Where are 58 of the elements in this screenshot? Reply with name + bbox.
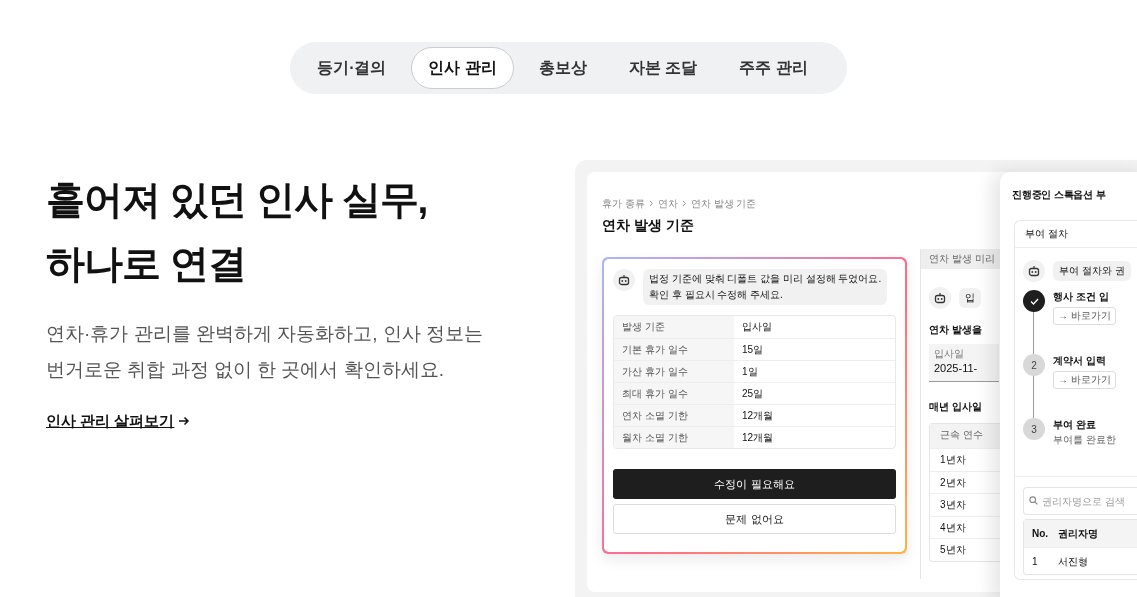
chevron-icon bbox=[681, 200, 687, 207]
assistant-message: 부여 절차와 권 bbox=[1053, 261, 1131, 281]
tab[interactable]: 자본 조달 bbox=[611, 47, 715, 89]
section-title: 부여 절차 bbox=[1015, 221, 1137, 248]
tab[interactable]: 인사 관리 bbox=[411, 47, 514, 89]
shortcut-button[interactable]: → 바로가기 bbox=[1053, 307, 1116, 325]
step-number: 3 bbox=[1023, 418, 1045, 440]
step-number: 2 bbox=[1023, 354, 1045, 376]
table-cell: 발생 기준 bbox=[614, 316, 734, 338]
field-value: 2025-11- bbox=[934, 361, 979, 376]
table-cell: 최대 휴가 일수 bbox=[614, 383, 734, 404]
section-heading: 매년 입사일 bbox=[929, 400, 983, 413]
arrow-icon bbox=[178, 415, 191, 428]
table-cell-text: 1 bbox=[1031, 554, 1039, 569]
column-header: No. bbox=[1031, 527, 1050, 541]
tab[interactable]: 주주 관리 bbox=[722, 47, 825, 89]
field-label: 입사일 bbox=[934, 347, 965, 360]
table-cell-text: 12개월 bbox=[741, 409, 775, 423]
table-cell-text: 1일 bbox=[741, 365, 759, 379]
tab[interactable]: 등기·결의 bbox=[300, 47, 404, 89]
robot-icon bbox=[929, 287, 951, 309]
table-cell: 연차 소멸 기한 bbox=[614, 405, 734, 426]
step-title: 부여 완료 bbox=[1053, 418, 1097, 431]
robot-icon bbox=[613, 269, 635, 291]
step-title: 계약서 입력 bbox=[1053, 354, 1107, 367]
table-cell: 월차 소멸 기한 bbox=[614, 427, 734, 448]
description-text: 연차·휴가 관리를 완벽하게 자동화하고, 인사 정보는 bbox=[46, 322, 484, 346]
panel-title: 연차 발생 기준 bbox=[602, 216, 694, 235]
breadcrumb-item[interactable]: 연차 bbox=[657, 196, 678, 211]
explore-link[interactable]: 인사 관리 살펴보기 bbox=[46, 410, 191, 433]
tab[interactable]: 총보상 bbox=[521, 47, 604, 89]
chevron-icon bbox=[648, 200, 654, 207]
table-cell: 기본 휴가 일수 bbox=[614, 339, 734, 360]
headline: 하나로 연결 bbox=[46, 241, 247, 287]
breadcrumb-item[interactable]: 연차 발생 기준 bbox=[690, 196, 757, 211]
table-cell-text: 입사일 bbox=[741, 320, 773, 334]
step-note: 부여를 완료한 bbox=[1053, 434, 1116, 446]
breadcrumb-item[interactable]: 휴가 종류 bbox=[602, 196, 645, 211]
step-title: 행사 조건 입 bbox=[1053, 290, 1110, 303]
table-cell-text: 25일 bbox=[741, 387, 765, 401]
shortcut-button[interactable]: → 바로가기 bbox=[1053, 371, 1116, 389]
date-field[interactable]: 입사일 2025-11- bbox=[929, 344, 999, 382]
search-field[interactable]: 권리자명으로 검색 bbox=[1023, 487, 1137, 515]
table-cell-text: 15일 bbox=[741, 343, 765, 357]
assistant-message: 법정 기준에 맞춰 디폴트 값을 미리 설정해 두었어요. 확인 후 필요시 수정해 주세요. bbox=[643, 269, 888, 305]
assistant-message: 입 bbox=[959, 288, 981, 308]
panel-title: 진행중인 스톡옵션 부 bbox=[1012, 188, 1107, 202]
table-cell-text: 12개월 bbox=[741, 431, 775, 445]
confirm-button[interactable]: 문제 없어요 bbox=[613, 504, 896, 534]
robot-icon bbox=[1023, 260, 1045, 282]
table-cell-text: 서진형 bbox=[1058, 554, 1088, 569]
description-text: 번거로운 취합 과정 없이 한 곳에서 확인하세요. bbox=[46, 358, 445, 382]
table-cell: 가산 휴가 일수 bbox=[614, 361, 734, 382]
headline: 흩어져 있던 인사 실무, bbox=[46, 177, 429, 223]
edit-button[interactable]: 수정이 필요해요 bbox=[613, 469, 896, 499]
column-header: 권리자명 bbox=[1058, 527, 1098, 541]
section-heading: 연차 발생을 bbox=[929, 323, 983, 336]
search-icon bbox=[1029, 496, 1038, 505]
